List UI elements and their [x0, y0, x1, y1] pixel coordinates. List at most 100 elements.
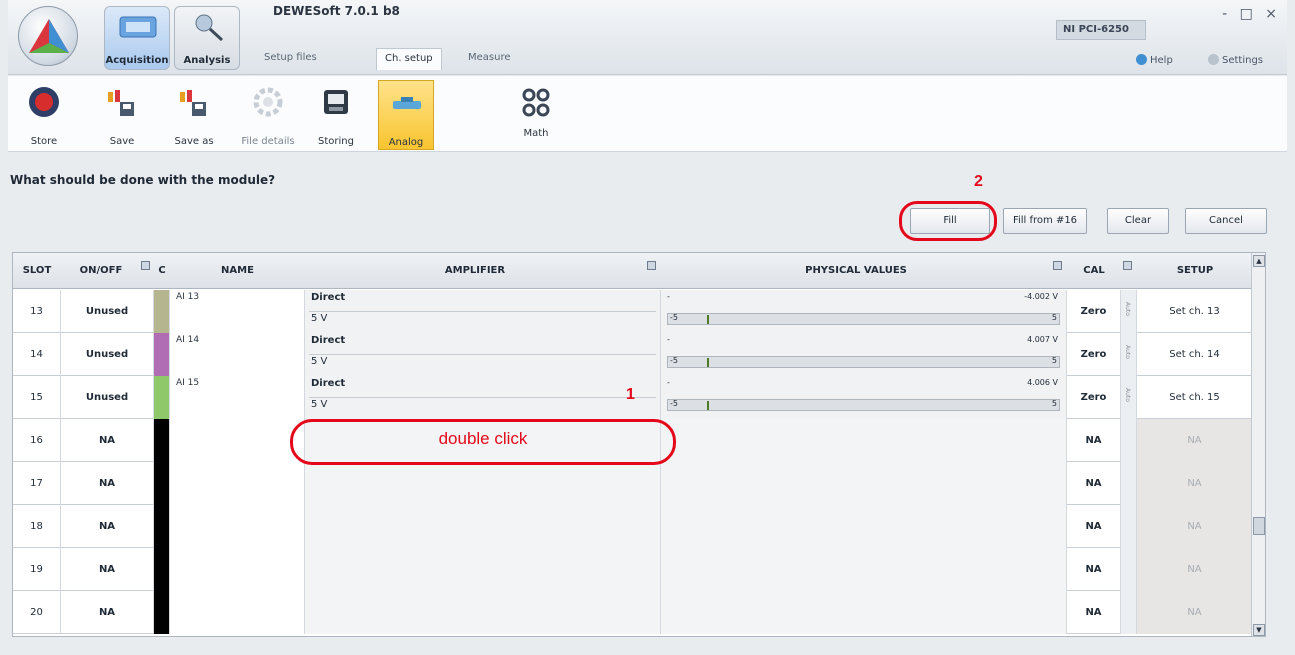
- amplifier-cell[interactable]: [305, 548, 661, 591]
- name-cell[interactable]: [170, 419, 305, 462]
- header-onoff[interactable]: ON/OFF: [61, 253, 141, 289]
- cal-cell[interactable]: NA: [1067, 462, 1121, 505]
- device-selector[interactable]: NI PCI-6250: [1056, 20, 1146, 40]
- auto-cell[interactable]: [1121, 505, 1137, 548]
- setup-cell[interactable]: NA: [1137, 419, 1253, 462]
- onoff-cell[interactable]: Unused: [61, 376, 154, 419]
- header-slot[interactable]: SLOT: [13, 253, 61, 289]
- tab-acquisition[interactable]: Acquisition: [104, 6, 170, 70]
- help-button[interactable]: Help: [1136, 54, 1173, 66]
- name-cell[interactable]: AI 14: [170, 333, 305, 376]
- amplifier-cell[interactable]: [305, 462, 661, 505]
- window-controls[interactable]: - □ ×: [1222, 6, 1281, 22]
- onoff-cell[interactable]: NA: [61, 591, 154, 634]
- auto-cell[interactable]: [1121, 548, 1137, 591]
- cal-cell[interactable]: Zero: [1067, 376, 1121, 419]
- physical-menu-icon[interactable]: [1053, 261, 1062, 270]
- cal-cell[interactable]: NA: [1067, 505, 1121, 548]
- onoff-cell[interactable]: NA: [61, 462, 154, 505]
- setup-cell[interactable]: NA: [1137, 462, 1253, 505]
- channel-color-swatch[interactable]: [154, 548, 170, 591]
- tab-analysis[interactable]: Analysis: [174, 6, 240, 70]
- table-row[interactable]: 18 NA NA NA: [13, 505, 1253, 548]
- onoff-cell[interactable]: Unused: [61, 333, 154, 376]
- cal-menu-icon[interactable]: [1123, 261, 1132, 270]
- name-cell[interactable]: [170, 548, 305, 591]
- amplifier-menu-icon[interactable]: [647, 261, 656, 270]
- setup-cell[interactable]: Set ch. 14: [1137, 333, 1253, 376]
- header-setup[interactable]: SETUP: [1137, 253, 1253, 289]
- auto-cell[interactable]: Auto: [1121, 290, 1137, 333]
- scroll-up-icon[interactable]: ▲: [1253, 255, 1265, 267]
- channel-color-swatch[interactable]: [154, 290, 170, 333]
- onoff-cell[interactable]: NA: [61, 548, 154, 591]
- amplifier-range[interactable]: 5 V: [311, 313, 327, 324]
- setup-cell[interactable]: Set ch. 13: [1137, 290, 1253, 333]
- cal-cell[interactable]: Zero: [1067, 333, 1121, 376]
- onoff-toggle-all-icon[interactable]: [141, 261, 150, 270]
- scroll-down-icon[interactable]: ▼: [1253, 624, 1265, 636]
- amplifier-cell[interactable]: Direct 5 V: [305, 376, 661, 419]
- table-row[interactable]: 17 NA NA NA: [13, 462, 1253, 505]
- name-cell[interactable]: AI 15: [170, 376, 305, 419]
- amplifier-cell[interactable]: Direct 5 V: [305, 333, 661, 376]
- analog-button[interactable]: Analog: [378, 80, 434, 150]
- subtab-ch-setup[interactable]: Ch. setup: [376, 48, 442, 70]
- channel-color-swatch[interactable]: [154, 505, 170, 548]
- channel-color-swatch[interactable]: [154, 591, 170, 634]
- setup-cell[interactable]: Set ch. 15: [1137, 376, 1253, 419]
- auto-cell[interactable]: [1121, 462, 1137, 505]
- save-as-button[interactable]: Save as: [166, 80, 222, 150]
- name-cell[interactable]: [170, 505, 305, 548]
- cal-cell[interactable]: NA: [1067, 591, 1121, 634]
- setup-cell[interactable]: NA: [1137, 591, 1253, 634]
- save-button[interactable]: Save: [94, 80, 150, 150]
- cal-cell[interactable]: Zero: [1067, 290, 1121, 333]
- channel-color-swatch[interactable]: [154, 462, 170, 505]
- scroll-thumb[interactable]: [1253, 517, 1265, 535]
- auto-cell[interactable]: Auto: [1121, 333, 1137, 376]
- setup-cell[interactable]: NA: [1137, 548, 1253, 591]
- table-row[interactable]: 14 Unused AI 14 Direct 5 V - 4.007 V -5 5 …: [13, 333, 1253, 376]
- name-cell[interactable]: [170, 462, 305, 505]
- onoff-cell[interactable]: NA: [61, 419, 154, 462]
- channel-color-swatch[interactable]: [154, 333, 170, 376]
- subtab-measure[interactable]: Measure: [460, 48, 519, 70]
- cancel-button[interactable]: Cancel: [1185, 208, 1267, 234]
- file-details-button[interactable]: File details: [240, 80, 296, 150]
- onoff-cell[interactable]: Unused: [61, 290, 154, 333]
- cal-cell[interactable]: NA: [1067, 548, 1121, 591]
- amplifier-cell[interactable]: [305, 591, 661, 634]
- clear-button[interactable]: Clear: [1107, 208, 1169, 234]
- storing-button[interactable]: Storing: [308, 80, 364, 150]
- header-amplifier[interactable]: AMPLIFIER: [305, 253, 645, 289]
- table-row[interactable]: 19 NA NA NA: [13, 548, 1253, 591]
- auto-cell[interactable]: [1121, 591, 1137, 634]
- fill-from-button[interactable]: Fill from #16: [1003, 208, 1087, 234]
- settings-button[interactable]: Settings: [1208, 54, 1263, 66]
- slot-cell: 19: [13, 548, 61, 591]
- dewesoft-logo[interactable]: [18, 6, 78, 66]
- amplifier-cell[interactable]: [305, 505, 661, 548]
- channel-color-swatch[interactable]: [154, 419, 170, 462]
- grid-scrollbar[interactable]: ▲ ▼: [1251, 253, 1265, 636]
- header-physical-values[interactable]: PHYSICAL VALUES: [661, 253, 1051, 289]
- table-row[interactable]: 13 Unused AI 13 Direct 5 V - -4.002 V -5 5…: [13, 290, 1253, 333]
- subtab-setup-files[interactable]: Setup files: [256, 48, 325, 70]
- amplifier-range[interactable]: 5 V: [311, 356, 327, 367]
- table-row[interactable]: 20 NA NA NA: [13, 591, 1253, 634]
- auto-cell[interactable]: Auto: [1121, 376, 1137, 419]
- cal-cell[interactable]: NA: [1067, 419, 1121, 462]
- store-button[interactable]: Store: [16, 80, 72, 150]
- math-button[interactable]: Math: [508, 80, 564, 150]
- auto-cell[interactable]: [1121, 419, 1137, 462]
- header-name[interactable]: NAME: [170, 253, 305, 289]
- header-cal[interactable]: CAL: [1067, 253, 1121, 289]
- amplifier-cell[interactable]: Direct 5 V: [305, 290, 661, 333]
- amplifier-range[interactable]: 5 V: [311, 399, 327, 410]
- name-cell[interactable]: [170, 591, 305, 634]
- onoff-cell[interactable]: NA: [61, 505, 154, 548]
- setup-cell[interactable]: NA: [1137, 505, 1253, 548]
- channel-color-swatch[interactable]: [154, 376, 170, 419]
- name-cell[interactable]: AI 13: [170, 290, 305, 333]
